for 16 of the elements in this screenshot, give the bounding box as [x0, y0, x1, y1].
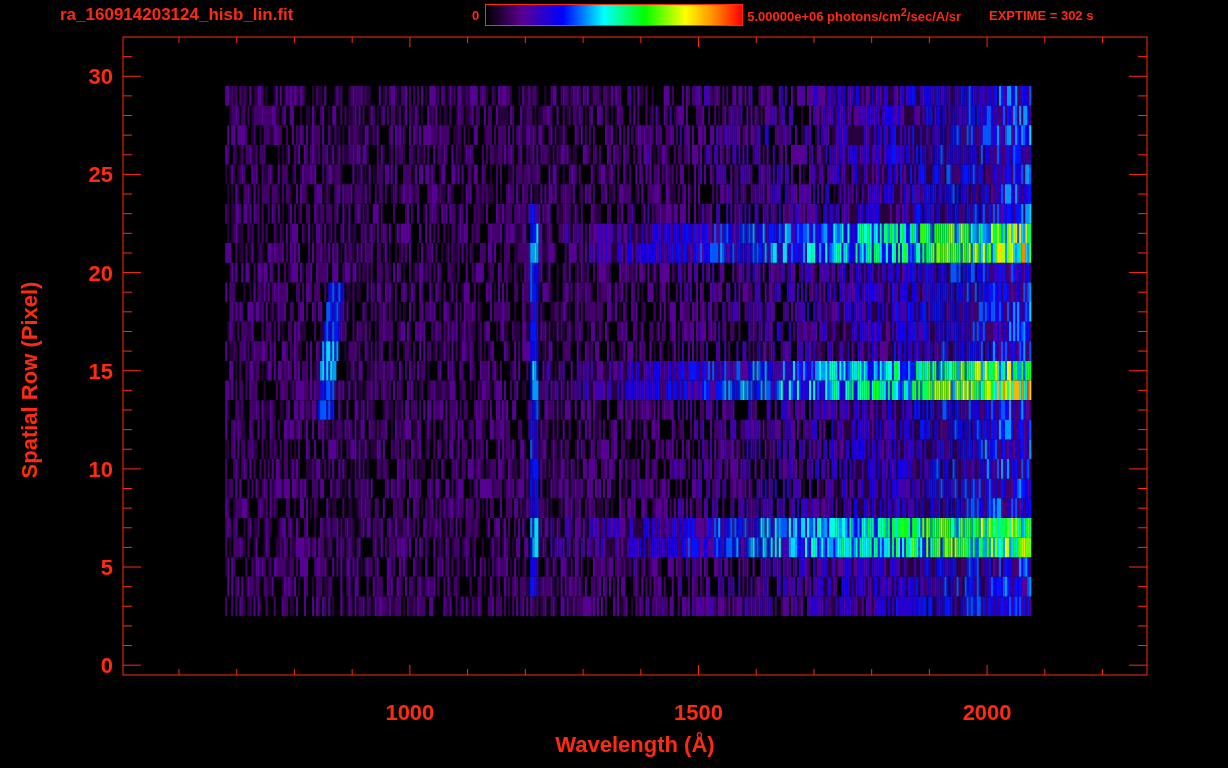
- x-tick-label: 1000: [385, 700, 435, 725]
- y-tick-label: 15: [88, 358, 113, 384]
- colorbar-max-label: 5.00000e+06 photons/cm$^{2}$/sec/A/sr: [747, 5, 962, 25]
- y-tick-label: 10: [88, 456, 113, 482]
- colorbar-min-label: 0: [472, 7, 480, 23]
- x-tick-label: 1500: [674, 700, 723, 725]
- y-tick-label: 20: [88, 260, 113, 286]
- exposure-time: EXPTIME = 302 s: [989, 7, 1094, 23]
- y-tick-label: 30: [88, 64, 113, 90]
- file-title: ra_160914203124_hisb_lin.fit: [60, 5, 295, 25]
- x-axis-title: Wavelength (Å): [554, 732, 716, 758]
- y-tick-label: 5: [100, 555, 113, 581]
- y-tick-label: 25: [88, 162, 113, 188]
- y-tick-label: 0: [100, 653, 113, 679]
- x-tick-label: 2000: [962, 700, 1012, 725]
- y-axis-title: Spatial Row (Pixel): [17, 281, 43, 479]
